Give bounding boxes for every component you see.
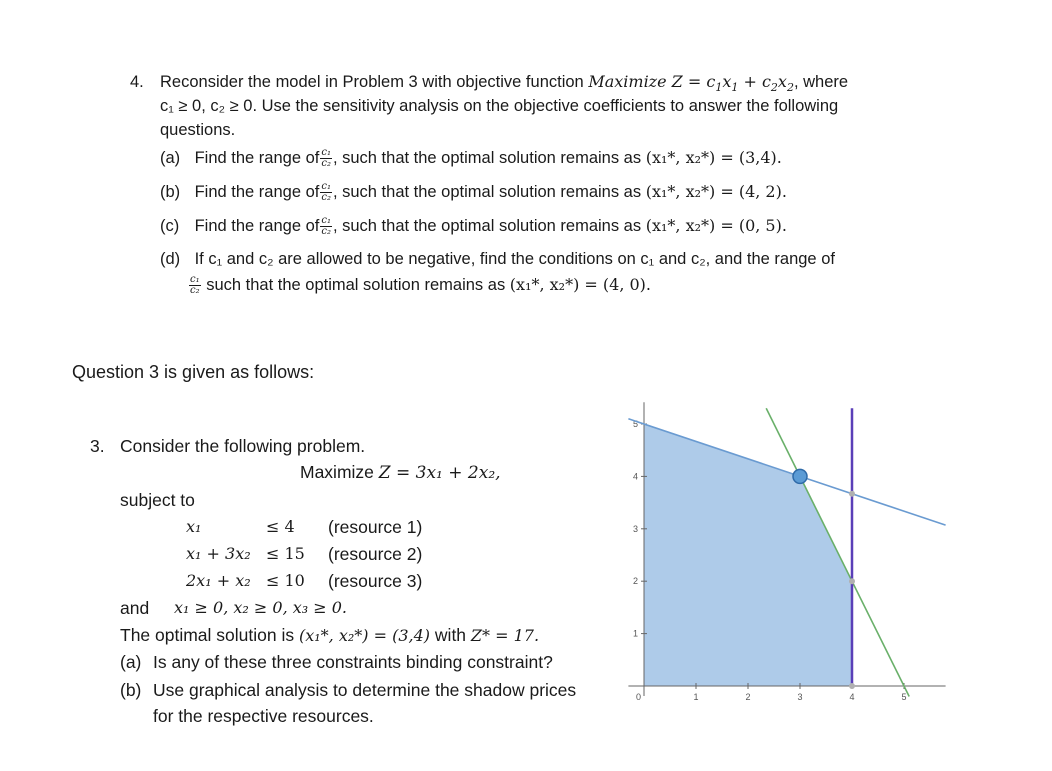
constraint-3-lhs: 2x₁ + x₂ bbox=[186, 571, 251, 590]
part-label: (c) bbox=[160, 217, 180, 235]
constraint-3-rhs: ≤ 10 bbox=[266, 571, 305, 590]
part-text: such that the optimal solution remains a… bbox=[206, 276, 506, 294]
intersection-point bbox=[849, 490, 855, 497]
x-tick-label: 3 bbox=[798, 692, 803, 702]
optimal-point bbox=[792, 468, 808, 485]
part-text: , such that the optimal solution remains… bbox=[332, 217, 642, 235]
feasible-region bbox=[644, 424, 852, 686]
ratio-fraction: c₁ c₂ bbox=[320, 181, 332, 204]
problem4-number: 4. bbox=[130, 73, 144, 91]
part-label: (b) bbox=[160, 183, 181, 201]
intro-text: Reconsider the model in Problem 3 with o… bbox=[160, 73, 584, 91]
x-tick-label: 1 bbox=[694, 692, 699, 702]
constraint-1-rhs: ≤ 4 bbox=[266, 517, 295, 536]
solution-expression: (x₁*, x₂*) = (3,4). bbox=[645, 148, 782, 167]
intersection-point bbox=[849, 578, 855, 585]
problem3-objective: Maximize Z = 3x₁ + 2x₂, bbox=[300, 462, 501, 483]
problem4-part-d-line2: c₁ c₂ such that the optimal solution rema… bbox=[188, 275, 651, 296]
problem4-intro-line3: questions. bbox=[160, 121, 236, 139]
y-tick-label: 1 bbox=[633, 629, 638, 639]
part-text: , such that the optimal solution remains… bbox=[332, 149, 642, 167]
subject-to-label: subject to bbox=[120, 490, 195, 510]
intersection-point bbox=[849, 683, 855, 689]
problem3-number: 3. bbox=[90, 436, 105, 456]
ratio-fraction: c₁ c₂ bbox=[320, 147, 332, 170]
ratio-fraction: c₁ c₂ bbox=[189, 274, 201, 297]
problem4-intro-line1: Reconsider the model in Problem 3 with o… bbox=[160, 72, 849, 95]
question-b: (b) Use graphical analysis to determine t… bbox=[120, 680, 577, 700]
question-b-line2: for the respective resources. bbox=[153, 706, 374, 726]
problem3-title: Consider the following problem. bbox=[120, 436, 366, 456]
constraint-1-label: (resource 1) bbox=[328, 517, 423, 537]
optimal-solution: The optimal solution is (x₁*, x₂*) = (3,… bbox=[120, 625, 540, 645]
part-text: Find the range of bbox=[194, 149, 320, 167]
x-tick-label: 0 bbox=[636, 692, 641, 702]
solution-expression: (x₁*, x₂*) = (4, 2). bbox=[645, 182, 787, 201]
x-tick-label: 2 bbox=[746, 692, 751, 702]
y-tick-label: 2 bbox=[633, 576, 638, 586]
constraint-2-lhs: x₁ + 3x₂ bbox=[186, 544, 251, 563]
solution-expression: (x₁*, x₂*) = (4, 0). bbox=[509, 275, 652, 294]
section-intro: Question 3 is given as follows: bbox=[72, 362, 315, 382]
constraint-1-lhs: x₁ bbox=[186, 517, 202, 536]
part-text: Find the range of bbox=[194, 217, 320, 235]
part-text: If c₁ and c₂ are allowed to be negative,… bbox=[194, 250, 835, 268]
y-tick-label: 4 bbox=[633, 471, 638, 481]
constraint-3-label: (resource 3) bbox=[328, 571, 423, 591]
objective-expression: Maximize Z = c1x1 + c2x2 bbox=[588, 72, 794, 95]
x-tick-label: 5 bbox=[902, 692, 907, 702]
part-label: (a) bbox=[160, 149, 181, 167]
x-tick-label: 4 bbox=[850, 692, 855, 702]
problem4-part-b: (b) Find the range of c₁ c₂, such that the… bbox=[160, 182, 787, 203]
ratio-fraction: c₁ c₂ bbox=[320, 215, 332, 238]
nonneg-constraints: x₁ ≥ 0, x₂ ≥ 0, x₃ ≥ 0. bbox=[174, 598, 348, 617]
constraint-2-rhs: ≤ 15 bbox=[266, 544, 305, 563]
solution-expression: (x₁*, x₂*) = (0, 5). bbox=[645, 216, 787, 235]
problem4-part-a: (a) Find the range of c₁ c₂, such that the… bbox=[160, 148, 782, 169]
question-a: (a) Is any of these three constraints bin… bbox=[120, 652, 553, 672]
problem4-intro-line2: c₁ ≥ 0, c₂ ≥ 0. Use the sensitivity anal… bbox=[160, 97, 839, 115]
constraint-2-label: (resource 2) bbox=[328, 544, 423, 564]
feasible-region-graph: 0 1 2 3 4 512345 bbox=[628, 402, 946, 702]
problem4-part-d: (d) If c₁ and c₂ are allowed to be negat… bbox=[160, 249, 835, 269]
problem4-part-c: (c) Find the range of c₁ c₂, such that the… bbox=[160, 216, 787, 237]
part-text: Find the range of bbox=[194, 183, 320, 201]
nonneg-word: and bbox=[120, 598, 150, 618]
part-label: (d) bbox=[160, 250, 181, 268]
y-tick-label: 3 bbox=[633, 524, 638, 534]
part-text: , such that the optimal solution remains… bbox=[332, 183, 642, 201]
